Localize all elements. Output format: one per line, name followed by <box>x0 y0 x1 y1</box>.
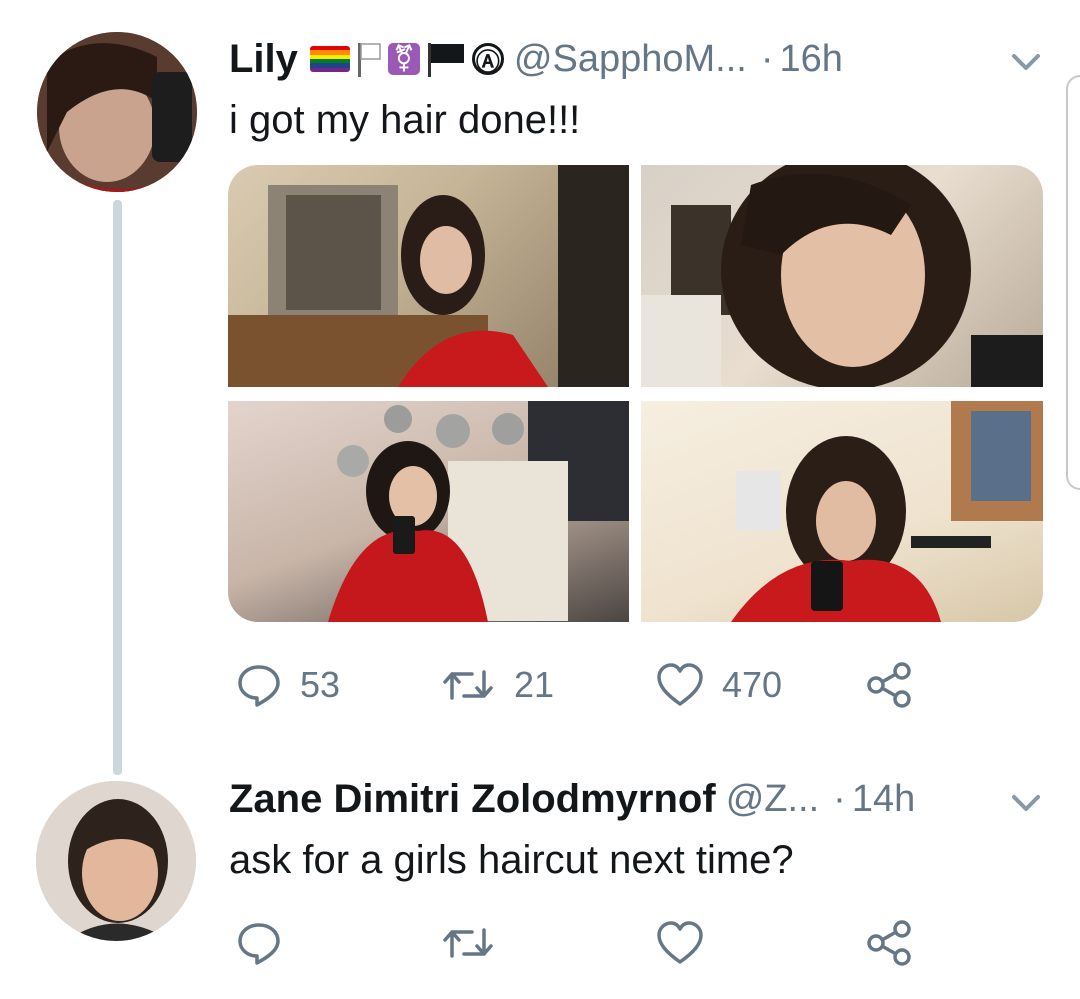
timestamp[interactable]: 14h <box>852 778 915 821</box>
scrollbar[interactable] <box>1066 75 1080 490</box>
retweet-icon <box>440 662 496 708</box>
share-icon <box>866 919 914 967</box>
tweet-photo-1[interactable] <box>228 165 629 387</box>
reply-count: 53 <box>300 664 341 705</box>
tweet1-header: Lily ⚧ Ⓐ @SapphoM... · 16h <box>229 34 843 84</box>
share-action[interactable] <box>866 660 914 710</box>
author-name[interactable]: Lily <box>229 37 298 82</box>
timestamp[interactable]: 16h <box>779 38 842 81</box>
chevron-down-icon[interactable] <box>1006 42 1046 82</box>
like-action[interactable] <box>656 918 704 968</box>
circled-a-icon: Ⓐ <box>471 43 504 76</box>
transgender-symbol-icon: ⚧ <box>387 43 420 75</box>
heart-icon <box>656 920 704 966</box>
black-flag-icon <box>427 43 464 77</box>
separator-dot: · <box>833 777 846 820</box>
white-flag-icon <box>357 43 381 77</box>
reply-action[interactable] <box>236 918 282 968</box>
reply-action[interactable]: 53 <box>236 660 340 710</box>
author-handle[interactable]: @SapphoM... <box>514 38 747 81</box>
chevron-down-icon[interactable] <box>1006 783 1046 823</box>
heart-icon <box>656 662 704 708</box>
tweet-text: ask for a girls haircut next time? <box>229 838 794 882</box>
separator-dot: · <box>760 37 774 80</box>
author-handle[interactable]: @Z... <box>726 778 819 821</box>
retweet-icon <box>440 920 496 966</box>
share-icon <box>866 661 914 709</box>
retweet-count: 21 <box>514 664 555 705</box>
tweet-photo-2[interactable] <box>641 165 1043 387</box>
avatar-lily[interactable] <box>37 32 197 192</box>
retweet-action[interactable]: 21 <box>440 660 554 710</box>
tweet-photo-3[interactable] <box>228 401 629 622</box>
thread-connector <box>113 200 122 775</box>
tweet-photo-4[interactable] <box>641 401 1043 622</box>
author-name[interactable]: Zane Dimitri Zolodmyrnof <box>229 777 716 822</box>
reply-icon <box>236 662 282 708</box>
like-count: 470 <box>722 664 783 705</box>
avatar-zane[interactable] <box>36 781 196 941</box>
rainbow-flag-icon <box>309 46 350 72</box>
tweet2-header: Zane Dimitri Zolodmyrnof @Z... · 14h <box>229 774 915 824</box>
retweet-action[interactable] <box>440 918 496 968</box>
reply-icon <box>236 920 282 966</box>
tweet-text: i got my hair done!!! <box>229 98 581 142</box>
share-action[interactable] <box>866 918 914 968</box>
name-emoji-flags: ⚧ Ⓐ <box>309 41 504 77</box>
like-action[interactable]: 470 <box>656 660 782 710</box>
